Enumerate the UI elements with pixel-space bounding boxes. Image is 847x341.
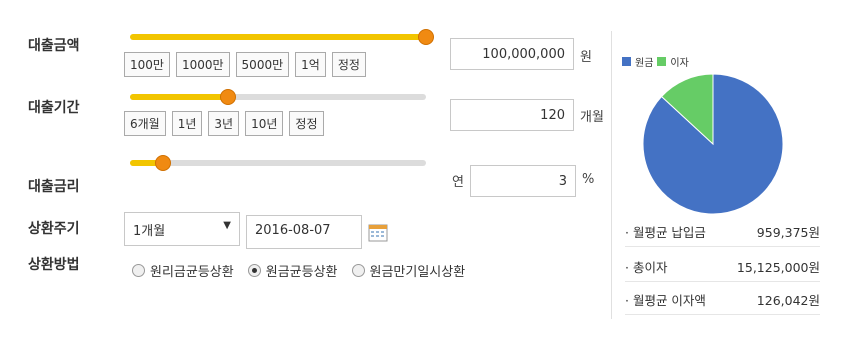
loan-amount-slider[interactable] bbox=[130, 34, 426, 40]
summary-label: 총이자 bbox=[632, 259, 668, 275]
summary-row: · 월평균 이자액 126,042원 bbox=[625, 284, 820, 315]
repayment-cycle-select[interactable]: 1개월 ▼ bbox=[124, 212, 240, 246]
repayment-method-option-label: 원금만기일시상환 bbox=[369, 265, 466, 280]
legend-label-interest: 이자 bbox=[670, 58, 689, 69]
loan-amount-unit: 원 bbox=[580, 50, 592, 65]
dropdown-arrow-icon: ▼ bbox=[223, 220, 231, 231]
amount-chip-button[interactable]: 100만 bbox=[124, 52, 170, 77]
loan-period-unit: 개월 bbox=[580, 110, 604, 125]
loan-period-slider-handle[interactable] bbox=[219, 89, 236, 105]
radio-circle-icon bbox=[132, 264, 145, 277]
summary-label: 월평균 납입금 bbox=[632, 224, 706, 240]
repayment-method-radio[interactable]: 원리금균등상환 bbox=[132, 261, 234, 280]
interest-rate-input[interactable]: 3 bbox=[470, 165, 576, 197]
loan-amount-slider-handle[interactable] bbox=[418, 29, 434, 45]
start-date-input[interactable]: 2016-08-07 bbox=[246, 215, 362, 249]
repayment-cycle-label: 상환주기 bbox=[28, 221, 80, 237]
summary-value: 126,042원 bbox=[756, 292, 820, 308]
amount-chip-button[interactable]: 1억 bbox=[295, 52, 326, 77]
period-chip-button[interactable]: 정정 bbox=[289, 111, 324, 136]
loan-period-label: 대출기간 bbox=[28, 100, 80, 116]
calendar-icon[interactable] bbox=[368, 224, 388, 242]
repayment-cycle-value: 1개월 bbox=[133, 224, 166, 239]
amount-chip-button[interactable]: 1000만 bbox=[175, 52, 230, 77]
period-chip-button[interactable]: 3년 bbox=[208, 111, 240, 136]
summary-value: 959,375원 bbox=[756, 224, 820, 240]
period-chip-button[interactable]: 1년 bbox=[171, 111, 203, 136]
summary-value: 15,125,000원 bbox=[736, 259, 820, 275]
start-date-value: 2016-08-07 bbox=[255, 223, 331, 238]
legend-swatch-interest bbox=[657, 57, 667, 66]
interest-rate-label: 대출금리 bbox=[28, 179, 80, 195]
legend-label-principal: 원금 bbox=[635, 58, 654, 69]
loan-period-input[interactable]: 120 bbox=[450, 99, 574, 131]
repayment-method-radio[interactable]: 원금균등상환 bbox=[247, 261, 338, 280]
chart-legend: 원금 이자 bbox=[622, 54, 689, 69]
loan-amount-input[interactable]: 100,000,000 bbox=[450, 38, 574, 70]
interest-rate-prefix: 연 bbox=[452, 175, 464, 190]
pie-chart bbox=[642, 73, 784, 215]
period-chip-button[interactable]: 10년 bbox=[245, 111, 284, 136]
loan-amount-label: 대출금액 bbox=[28, 38, 80, 54]
repayment-method-option-label: 원리금균등상환 bbox=[150, 265, 234, 280]
summary-label: 월평균 이자액 bbox=[632, 292, 706, 308]
interest-rate-slider[interactable] bbox=[130, 160, 426, 166]
interest-rate-slider-handle[interactable] bbox=[154, 155, 171, 171]
period-chip-button[interactable]: 6개월 bbox=[124, 111, 166, 136]
repayment-method-radio[interactable]: 원금만기일시상환 bbox=[351, 261, 466, 280]
repayment-method-option-label: 원금균등상환 bbox=[265, 265, 338, 280]
summary-row: · 월평균 납입금 959,375원 bbox=[625, 216, 820, 247]
loan-period-slider[interactable] bbox=[130, 94, 426, 100]
legend-swatch-principal bbox=[622, 57, 631, 66]
interest-rate-unit: % bbox=[582, 172, 595, 187]
amount-chip-button[interactable]: 5000만 bbox=[235, 52, 290, 77]
amount-chip-button[interactable]: 정정 bbox=[331, 52, 366, 77]
repayment-method-group: 원리금균등상환 원금균등상환 원금만기일시상환 bbox=[132, 261, 465, 280]
summary-row: · 총이자 15,125,000원 bbox=[625, 251, 820, 282]
radio-circle-icon bbox=[247, 264, 261, 277]
repayment-method-label: 상환방법 bbox=[28, 257, 80, 273]
radio-circle-icon bbox=[351, 264, 365, 277]
